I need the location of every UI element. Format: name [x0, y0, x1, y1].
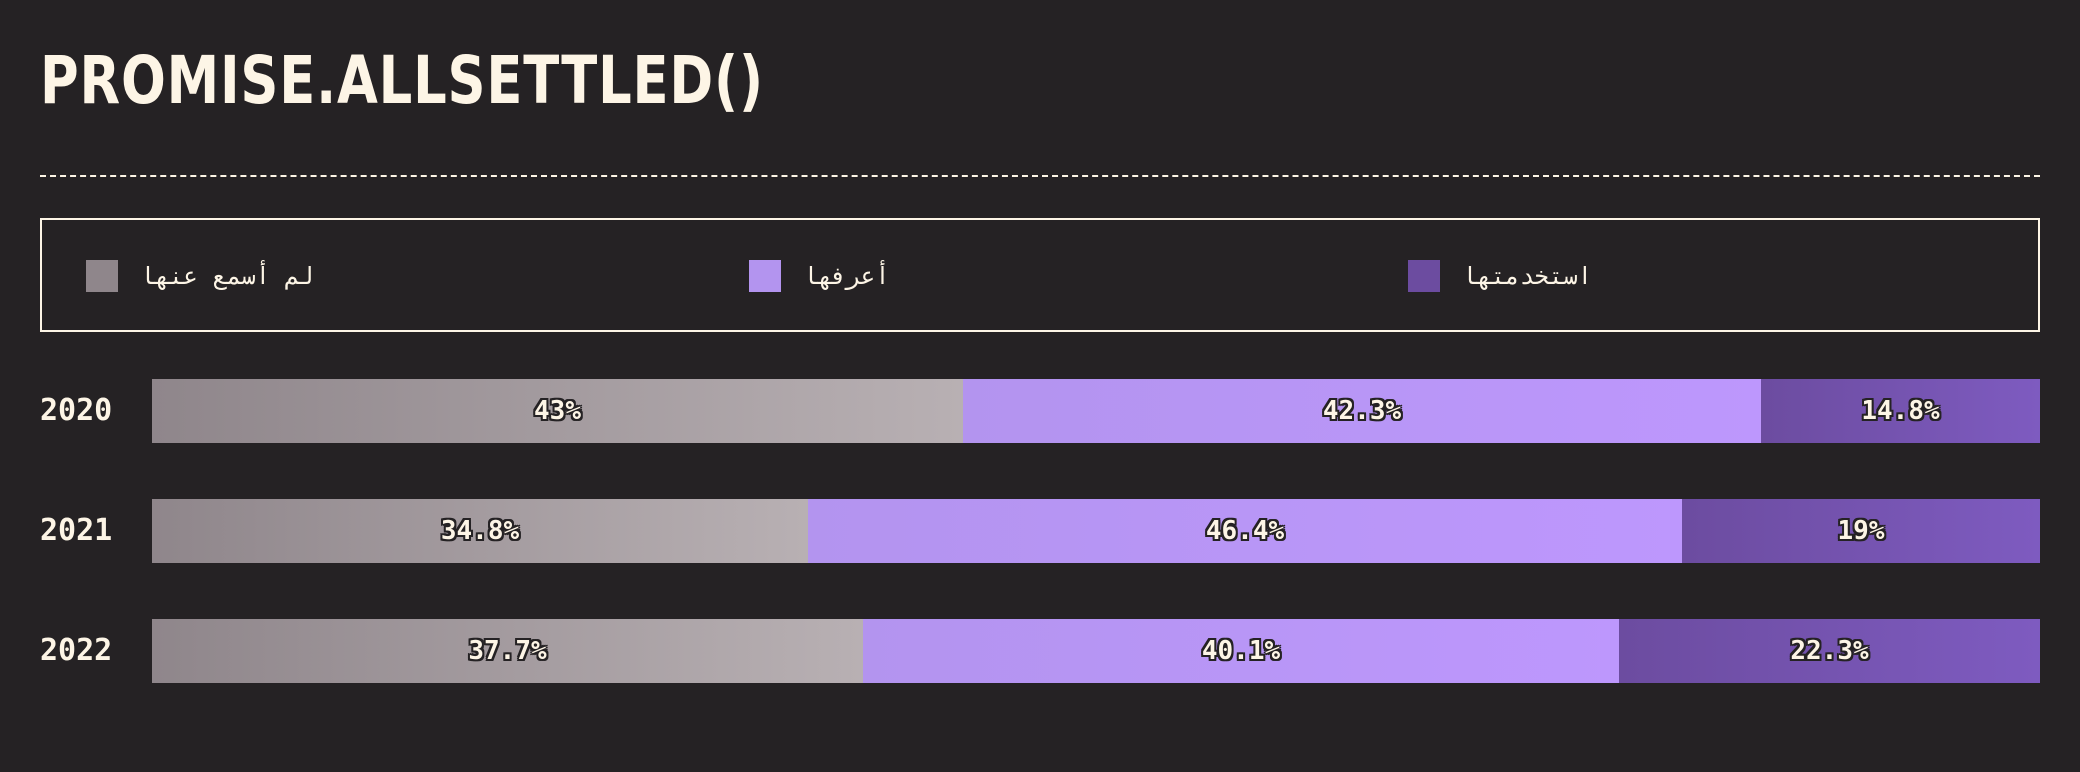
bar-segment-used-it-2022: 22.3% [1619, 619, 2040, 683]
data-label-know-it-2020: 42.3% [1322, 396, 1402, 426]
bar-segment-never-heard-2020: 43% [152, 379, 963, 443]
bar-segment-used-it-2021: 19% [1682, 499, 2040, 563]
legend-item-never-heard: لم أسمع عنها [86, 260, 313, 292]
bar-segment-used-it-2020: 14.8% [1761, 379, 2040, 443]
data-label-used-it-2022: 22.3% [1790, 636, 1869, 666]
year-label-2020: 2020 [40, 393, 113, 428]
title-divider [40, 175, 2040, 177]
data-label-know-it-2022: 40.1% [1201, 636, 1281, 666]
bar-segment-never-heard-2022: 37.7% [152, 619, 863, 683]
bar-row-2020: 43% 42.3% 14.8% [152, 379, 2040, 443]
legend-swatch-know-it [749, 260, 781, 292]
data-label-used-it-2020: 14.8% [1861, 396, 1940, 426]
bar-segment-know-it-2022: 40.1% [863, 619, 1619, 683]
data-label-never-heard-2020: 43% [534, 396, 581, 426]
legend-item-used-it: استخدمتها [1408, 260, 1592, 292]
legend-label-know-it: أعرفها [803, 262, 890, 290]
data-label-never-heard-2022: 37.7% [468, 636, 547, 666]
year-label-2022: 2022 [40, 633, 113, 668]
bar-row-2021: 34.8% 46.4% 19% [152, 499, 2040, 563]
legend-swatch-never-heard [86, 260, 118, 292]
data-label-never-heard-2021: 34.8% [440, 516, 520, 546]
bar-segment-know-it-2021: 46.4% [808, 499, 1682, 563]
legend-item-know-it: أعرفها [749, 260, 890, 292]
legend-swatch-used-it [1408, 260, 1440, 292]
bar-segment-know-it-2020: 42.3% [963, 379, 1761, 443]
legend-label-used-it: استخدمتها [1462, 262, 1593, 290]
data-label-know-it-2021: 46.4% [1205, 516, 1285, 546]
year-label-2021: 2021 [40, 513, 113, 548]
data-label-used-it-2021: 19% [1837, 516, 1885, 546]
bar-segment-never-heard-2021: 34.8% [152, 499, 808, 563]
chart-title: PROMISE.ALLSETTLED() [40, 42, 764, 119]
bar-row-2022: 37.7% 40.1% 22.3% [152, 619, 2040, 683]
legend-label-never-heard: لم أسمع عنها [140, 262, 314, 290]
legend: لم أسمع عنها أعرفها استخدمتها [40, 218, 2040, 332]
